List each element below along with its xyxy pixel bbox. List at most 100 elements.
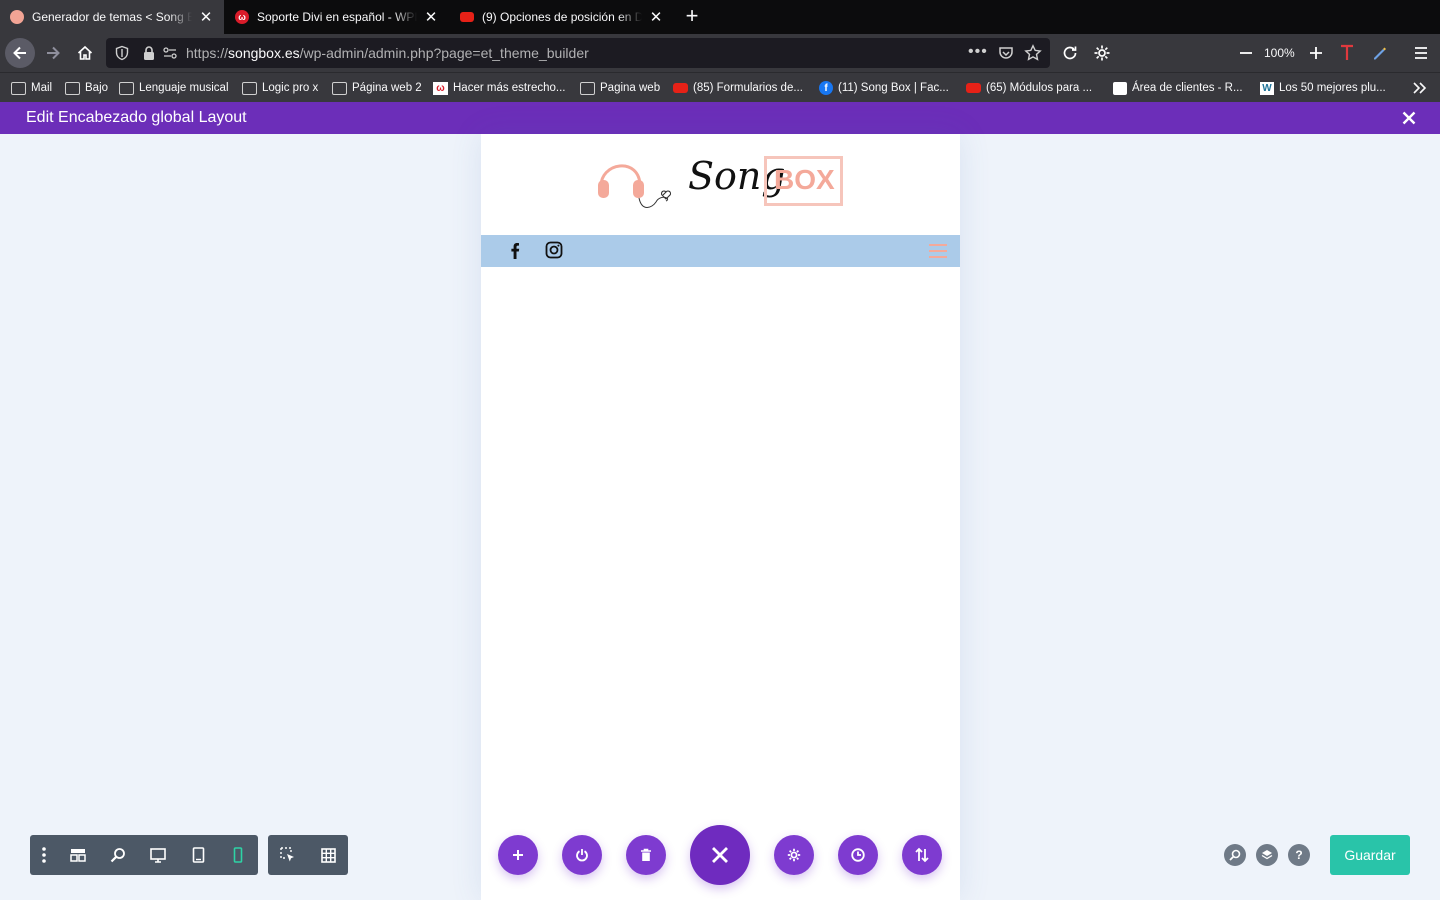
tab-title: Soporte Divi en español - WPFácil (257, 10, 417, 24)
wpfacil-favicon-icon: ω (235, 10, 249, 24)
folder-icon (119, 81, 134, 95)
extension-button[interactable] (1087, 38, 1117, 68)
bookmark-item[interactable]: (65) Módulos para ... (966, 73, 1092, 103)
close-menu-button[interactable] (690, 825, 750, 885)
bookmark-item[interactable]: Pagina web (580, 73, 660, 103)
tablet-icon (192, 847, 204, 863)
folder-icon (332, 81, 347, 95)
grid-view-button[interactable] (308, 835, 348, 875)
wireframe-view-button[interactable] (58, 835, 98, 875)
close-tab-icon[interactable]: ✕ (648, 8, 664, 26)
tab-title: Generador de temas < Song Box (32, 10, 192, 24)
wordpress-icon: W (1260, 81, 1274, 95)
close-icon (712, 847, 728, 863)
layout-icon (70, 849, 86, 862)
instagram-icon[interactable] (544, 240, 564, 260)
bookmark-star-icon[interactable] (1024, 44, 1042, 62)
reload-button[interactable] (1055, 38, 1085, 68)
search-button[interactable] (1224, 844, 1246, 866)
extension-t-button[interactable] (1332, 38, 1362, 68)
more-bookmarks-button[interactable] (1412, 73, 1428, 103)
bookmark-item[interactable]: Bajo (65, 73, 108, 103)
bookmark-item[interactable]: Logic pro x (242, 73, 318, 103)
selection-toolbar (268, 835, 348, 875)
view-mode-toolbar (30, 835, 258, 875)
disable-button[interactable] (562, 835, 602, 875)
tablet-view-button[interactable] (178, 835, 218, 875)
forward-button[interactable] (38, 38, 68, 68)
tab-youtube[interactable]: (9) Opciones de posición en Divi ✕ (450, 0, 674, 34)
bookmark-item[interactable]: Lenguaje musical (119, 73, 229, 103)
builder-header: Edit Encabezado global Layout (0, 102, 1440, 134)
pocket-icon[interactable] (998, 45, 1014, 61)
click-mode-button[interactable] (268, 835, 308, 875)
close-tab-icon[interactable]: ✕ (423, 8, 439, 26)
site-icon (1113, 81, 1127, 95)
layers-button[interactable] (1256, 844, 1278, 866)
up-down-arrows-icon (915, 847, 929, 863)
desktop-view-button[interactable] (138, 835, 178, 875)
phone-icon (233, 847, 243, 863)
tab-theme-builder[interactable]: Generador de temas < Song Box ✕ (0, 0, 224, 34)
home-icon (77, 45, 93, 60)
facebook-icon[interactable] (505, 241, 525, 261)
arrow-left-icon (13, 46, 26, 60)
menu-button[interactable] (1406, 38, 1436, 68)
extension-pencil-button[interactable] (1364, 38, 1394, 68)
folder-icon (65, 81, 80, 95)
delete-button[interactable] (626, 835, 666, 875)
gear-icon (787, 848, 801, 862)
back-button[interactable] (5, 38, 35, 68)
zoom-out-button[interactable] (1231, 38, 1261, 68)
plus-icon (513, 850, 523, 860)
mobile-menu-icon[interactable] (928, 243, 948, 259)
bookmark-item[interactable]: (85) Formularios de... (673, 73, 803, 103)
search-icon (1229, 849, 1241, 861)
facebook-icon: f (819, 81, 833, 95)
hamburger-menu-icon (1415, 47, 1427, 59)
tab-soporte-divi[interactable]: ω Soporte Divi en español - WPFácil ✕ (225, 0, 449, 34)
navigation-toolbar: https://songbox.es/wp-admin/admin.php?pa… (0, 34, 1440, 72)
zoom-view-button[interactable] (98, 835, 138, 875)
youtube-favicon-icon (460, 12, 474, 22)
add-button[interactable] (498, 835, 538, 875)
bookmark-item[interactable]: ω Hacer más estrecho... (433, 73, 565, 103)
settings-button[interactable] (774, 835, 814, 875)
folder-icon (580, 81, 595, 95)
portability-button[interactable] (902, 835, 942, 875)
bookmark-item[interactable]: W Los 50 mejores plu... (1260, 73, 1386, 103)
select-cursor-icon (280, 847, 294, 862)
bookmarks-bar: Mail Bajo Lenguaje musical Logic pro x P… (0, 72, 1440, 102)
url-text[interactable]: https://songbox.es/wp-admin/admin.php?pa… (186, 38, 589, 68)
folder-icon (11, 81, 26, 95)
close-tab-icon[interactable]: ✕ (198, 8, 214, 26)
history-button[interactable] (838, 835, 878, 875)
address-bar[interactable]: https://songbox.es/wp-admin/admin.php?pa… (106, 38, 1050, 68)
trash-icon (641, 848, 651, 861)
more-options-button[interactable] (30, 835, 58, 875)
permissions-icon[interactable] (162, 45, 178, 61)
minus-icon (1240, 52, 1252, 54)
text-extension-icon (1341, 44, 1353, 60)
bookmark-item[interactable]: Área de clientes - R... (1113, 73, 1243, 103)
help-button[interactable]: ? (1288, 844, 1310, 866)
close-builder-button[interactable] (1402, 102, 1416, 135)
new-tab-button[interactable]: + (680, 4, 704, 28)
home-button[interactable] (70, 38, 100, 68)
plus-icon (1310, 47, 1322, 59)
zoom-in-button[interactable] (1301, 38, 1331, 68)
builder-title: Edit Encabezado global Layout (26, 109, 247, 126)
close-icon (1402, 111, 1416, 125)
bookmark-item[interactable]: f (11) Song Box | Fac... (819, 73, 949, 103)
zoom-level[interactable]: 100% (1264, 46, 1295, 60)
bookmark-item[interactable]: Página web 2 (332, 73, 422, 103)
page-actions-icon[interactable]: ••• (968, 38, 988, 66)
save-button[interactable]: Guardar (1330, 835, 1410, 875)
lock-icon[interactable] (142, 45, 156, 61)
logo-box-text: BOX (774, 164, 835, 195)
phone-view-button[interactable] (218, 835, 258, 875)
bookmark-item[interactable]: Mail (11, 73, 52, 103)
shield-icon[interactable] (114, 45, 130, 61)
vertical-dots-icon (42, 847, 46, 863)
site-logo[interactable]: Song BOX (596, 148, 848, 214)
